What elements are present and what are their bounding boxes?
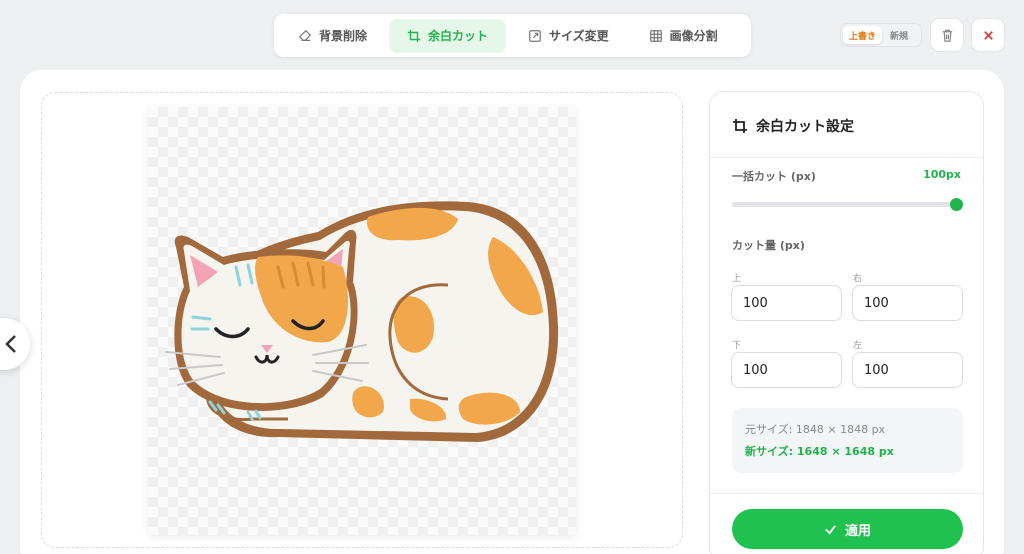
tab-label: 背景削除 (319, 29, 368, 43)
chevron-left-icon (5, 335, 16, 353)
tab-margin-cut[interactable]: 余白カット (389, 18, 507, 53)
bulk-cut-slider[interactable] (732, 198, 963, 211)
left-label: 左 (853, 341, 863, 351)
tab-label: 画像分割 (669, 29, 718, 43)
new-size: 新サイズ: 1648 × 1648 px (745, 445, 894, 458)
tool-tabs: 背景削除 余白カット サイズ変更 画像分割 (274, 14, 751, 57)
mode-new[interactable]: 新規 (884, 26, 914, 44)
tab-label: サイズ変更 (549, 29, 609, 43)
check-icon (825, 524, 836, 535)
tab-resize[interactable]: サイズ変更 (510, 19, 627, 53)
close-icon (983, 30, 993, 40)
crop-icon (733, 119, 747, 133)
top-input[interactable]: 100 (731, 285, 842, 321)
divider (710, 493, 983, 494)
bottom-input[interactable]: 100 (731, 352, 842, 388)
slider-thumb[interactable] (950, 198, 963, 211)
original-size: 元サイズ: 1848 × 1848 px (745, 423, 886, 436)
grid-icon (649, 29, 662, 42)
apply-label: 適用 (844, 523, 871, 539)
margin-cut-settings-panel: 余白カット設定 一括カット (px) 100px カット量 (px) 上 100… (709, 91, 984, 554)
tab-background-remove[interactable]: 背景削除 (280, 19, 385, 53)
tab-label: 余白カット (428, 29, 489, 43)
size-info-box: 元サイズ: 1848 × 1848 px 新サイズ: 1648 × 1648 p… (732, 408, 963, 473)
close-button[interactable] (971, 18, 1005, 52)
trash-icon (942, 29, 952, 42)
eraser-icon (298, 29, 312, 41)
bottom-label: 下 (732, 341, 742, 351)
apply-button[interactable]: 適用 (732, 509, 963, 549)
cut-amount-label: カット量 (px) (732, 239, 805, 252)
bulk-cut-label: 一括カット (px) (732, 170, 816, 183)
cat-cookie-image (165, 201, 559, 442)
bulk-cut-value: 100px (923, 168, 961, 181)
right-input[interactable]: 100 (852, 285, 963, 321)
divider (710, 157, 983, 158)
settings-header: 余白カット設定 (732, 116, 854, 136)
mode-overwrite[interactable]: 上書き (843, 26, 883, 44)
settings-title: 余白カット設定 (756, 119, 854, 135)
tab-split[interactable]: 画像分割 (631, 19, 736, 53)
top-label: 上 (732, 274, 742, 284)
right-label: 右 (853, 274, 863, 284)
delete-button[interactable] (930, 18, 964, 52)
left-input[interactable]: 100 (852, 352, 963, 388)
save-mode-toggle: 上書き 新規 (840, 23, 922, 47)
crop-icon (407, 29, 421, 42)
resize-icon (529, 29, 541, 42)
